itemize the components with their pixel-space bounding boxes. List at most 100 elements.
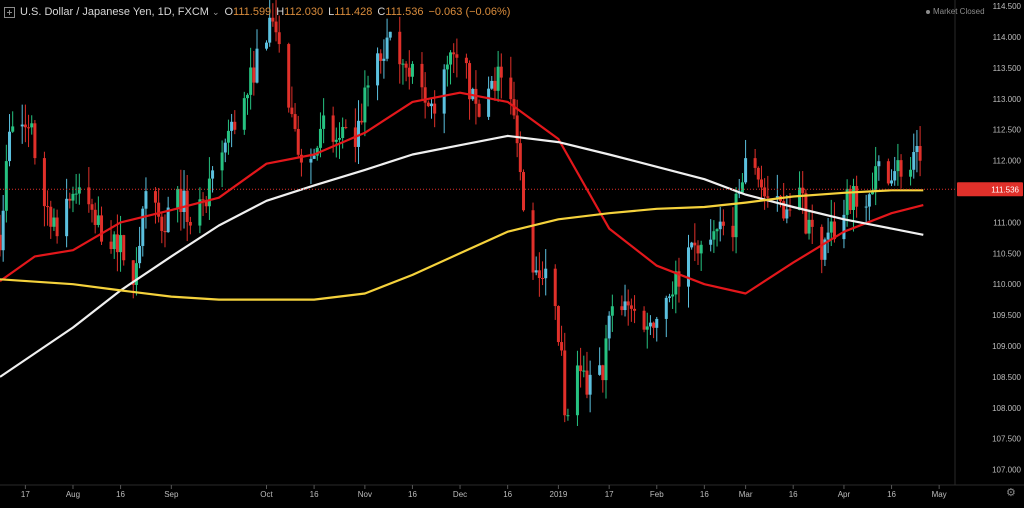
price-tick-label: 112.500: [993, 126, 1022, 135]
candle-body: [693, 242, 697, 246]
price-tick-label: 114.000: [993, 33, 1022, 42]
candle-body: [379, 53, 383, 61]
candle-body: [690, 242, 694, 248]
candle-body: [607, 315, 611, 339]
time-tick-label: May: [932, 490, 947, 499]
candle-body: [553, 268, 557, 307]
candle-body: [49, 206, 53, 227]
chevron-down-icon[interactable]: ⌄: [212, 7, 220, 18]
candle-body: [667, 296, 671, 298]
close-value: 111.536: [385, 6, 424, 18]
candle-body: [52, 217, 56, 227]
time-axis[interactable]: 17 Aug 16 Sep Oct 16 Nov 16 Dec 16 2019 17 Feb 16 Mar 1…: [21, 485, 947, 499]
open-label: O: [224, 6, 234, 18]
candle-body: [20, 124, 24, 127]
price-tick-label: 113.000: [993, 95, 1022, 104]
candle-body: [245, 94, 249, 99]
candle-body: [252, 67, 256, 83]
price-tick-label: 110.500: [993, 249, 1022, 258]
candle-body: [804, 193, 808, 234]
candle-body: [807, 219, 811, 234]
change-value: −0.063 (−0.06%): [428, 6, 511, 18]
candle-body: [721, 221, 725, 226]
time-tick-label: 16: [700, 490, 709, 499]
candle-body: [598, 365, 602, 375]
market-status-text: Market Closed: [933, 7, 985, 16]
time-tick-label: Feb: [650, 490, 664, 499]
candle-body: [566, 415, 570, 417]
time-tick-label: Oct: [260, 490, 273, 499]
candle-body: [864, 206, 868, 208]
candle-body: [709, 239, 713, 245]
candle-body: [915, 146, 919, 153]
candle-body: [696, 245, 700, 254]
candle-body: [426, 102, 430, 107]
candle-body: [274, 21, 278, 33]
candle-body: [277, 32, 281, 45]
candle-body: [382, 58, 386, 61]
candle-body: [268, 17, 272, 43]
candle-body: [220, 152, 224, 171]
symbol-title[interactable]: U.S. Dollar / Japanese Yen, 1D, FXCM: [20, 6, 209, 18]
candle-body: [33, 123, 37, 159]
candle-body: [4, 161, 8, 211]
candle-body: [401, 63, 405, 65]
candle-body: [385, 37, 389, 59]
candle-body: [233, 121, 237, 130]
high-label: H: [276, 6, 285, 18]
candle-body: [788, 209, 792, 211]
candle-body: [445, 64, 449, 70]
candle-body: [867, 194, 871, 207]
time-tick-label: 2019: [550, 490, 568, 499]
candle-body: [604, 338, 608, 381]
candle-body: [766, 196, 770, 198]
candle-body: [334, 139, 338, 142]
price-tick-label: 107.500: [992, 435, 1021, 444]
price-tick-label: 112.000: [993, 157, 1022, 166]
price-axis[interactable]: 114.500 114.000 113.500 113.000 112.500 112.0…: [992, 2, 1021, 474]
candle-body: [671, 294, 675, 297]
candle-body: [141, 208, 145, 246]
price-tick-label: 114.500: [993, 2, 1022, 11]
candle-body: [493, 80, 497, 91]
gear-icon[interactable]: ⚙: [1006, 488, 1016, 499]
candle-body: [798, 187, 802, 211]
candle-body: [537, 270, 541, 278]
candle-body: [909, 169, 913, 177]
candle-body: [620, 306, 624, 311]
moving-averages-layer: [0, 91, 924, 378]
candle-body: [740, 182, 744, 193]
candle-body: [46, 206, 50, 208]
candle-body: [363, 87, 367, 123]
candle-body: [433, 103, 437, 114]
candle-body: [893, 171, 897, 181]
candle-body: [242, 98, 246, 130]
candle-body: [293, 114, 297, 129]
time-tick-label: 17: [21, 490, 30, 499]
candle-body: [23, 124, 27, 128]
candle-body: [115, 234, 119, 253]
candle-body: [674, 271, 678, 295]
candle-body: [452, 52, 456, 55]
candle-body: [490, 80, 494, 89]
candle-body: [487, 88, 491, 117]
chart-svg[interactable]: 114.500 114.000 113.500 113.000 112.500 112.0…: [0, 0, 1024, 503]
candle-body: [366, 85, 370, 88]
candle-body: [763, 187, 767, 197]
candle-body: [582, 370, 586, 372]
close-label: C: [377, 6, 386, 18]
candle-body: [312, 155, 316, 159]
candle-body: [90, 204, 94, 210]
collapse-icon[interactable]: [4, 6, 15, 18]
candle-body: [477, 103, 481, 117]
status-dot-icon: [926, 9, 930, 14]
candle-body: [376, 53, 380, 86]
candle-body: [211, 170, 215, 179]
candle-body: [296, 128, 300, 155]
price-tick-label: 108.000: [992, 404, 1021, 413]
market-status: Market Closed: [926, 7, 985, 16]
time-tick-label: Nov: [358, 490, 372, 499]
high-value: 112.030: [284, 6, 324, 18]
chart-area[interactable]: 114.500 114.000 113.500 113.000 112.500 112.0…: [0, 0, 1024, 503]
price-tick-label: 110.000: [993, 280, 1022, 289]
